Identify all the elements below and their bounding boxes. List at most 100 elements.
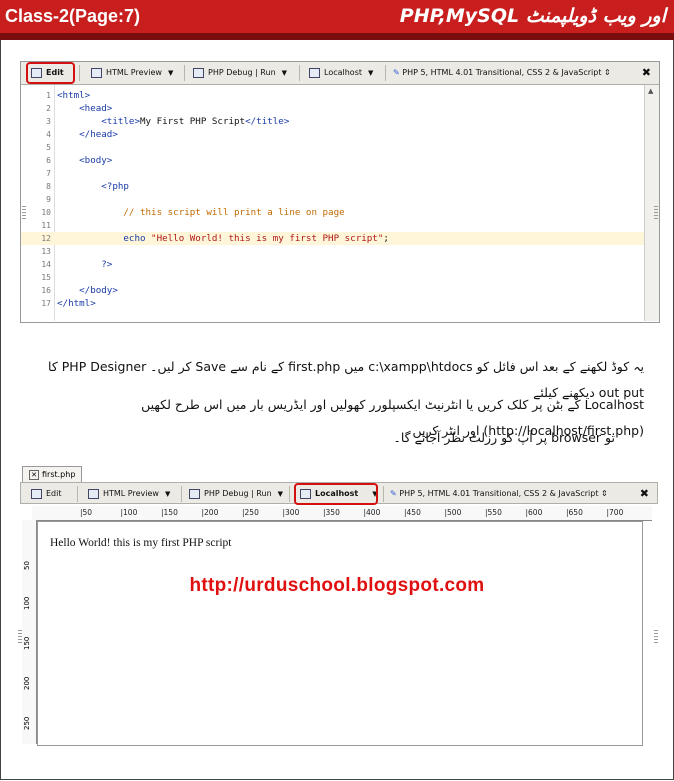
line-number: 6: [46, 156, 51, 165]
ruler-tick: |650: [566, 508, 583, 517]
server-icon: [309, 67, 320, 78]
splitter-grip-right[interactable]: [654, 206, 658, 220]
toolbar-separator: [289, 486, 290, 502]
tab-strip: ✕ first.php: [20, 466, 658, 482]
html-preview-button[interactable]: HTML Preview ▼: [88, 487, 170, 501]
line-number: 7: [46, 169, 51, 178]
code-line: 11: [21, 219, 645, 232]
close-tab-icon[interactable]: ✕: [29, 470, 39, 480]
line-number: 1: [46, 91, 51, 100]
localhost-button[interactable]: Localhost ▼: [309, 66, 373, 80]
preview-screenshot: ✕ first.php Edit HTML Preview ▼ PHP Debug …: [20, 466, 658, 746]
line-number: 3: [46, 117, 51, 126]
code-line: 6 <body>: [21, 154, 645, 167]
ruler-tick: 150: [23, 636, 31, 650]
tab-first-php[interactable]: ✕ first.php: [22, 466, 83, 482]
code-line: 14 ?>: [21, 258, 645, 271]
chevron-down-icon[interactable]: ▼: [368, 69, 373, 77]
code-text: </html>: [57, 298, 96, 309]
code-line: 10 // this script will print a line on p…: [21, 206, 645, 219]
code-line: 8 <?php: [21, 180, 645, 193]
code-line: 17 </html>: [21, 297, 645, 310]
close-icon[interactable]: ✖: [642, 66, 651, 80]
line-number: 9: [46, 195, 51, 204]
chevron-down-icon[interactable]: ▼: [278, 490, 283, 498]
code-text: <?php: [57, 181, 129, 192]
toolbar-separator: [184, 65, 185, 81]
edit-button[interactable]: Edit: [31, 487, 62, 501]
splitter-grip-left[interactable]: [18, 630, 22, 644]
code-text: echo "Hello World! this is my first PHP …: [57, 233, 389, 244]
php-debug-label: PHP Debug | Run: [208, 68, 276, 77]
doctype-label: PHP 5, HTML 4.01 Transitional, CSS 2 & J…: [399, 489, 599, 498]
doctype-select[interactable]: ✎ PHP 5, HTML 4.01 Transitional, CSS 2 &…: [393, 66, 611, 80]
code-line: 16 </body>: [21, 284, 645, 297]
close-icon[interactable]: ✖: [640, 487, 649, 501]
code-text: <title>My First PHP Script</title>: [57, 116, 290, 127]
ruler-tick: 50: [23, 561, 31, 570]
doctype-label: PHP 5, HTML 4.01 Transitional, CSS 2 & J…: [402, 68, 602, 77]
code-text: <body>: [57, 155, 113, 166]
code-line: 2 <head>: [21, 102, 645, 115]
php-debug-button[interactable]: PHP Debug | Run ▼: [193, 66, 287, 80]
line-number: 14: [41, 260, 51, 269]
chevron-down-icon[interactable]: ▼: [168, 69, 173, 77]
updown-icon: ⇕: [604, 68, 611, 77]
ruler-tick: |200: [201, 508, 219, 517]
line-number: 13: [41, 247, 51, 256]
ruler-tick: |400: [363, 508, 381, 517]
code-line: 12 echo "Hello World! this is my first P…: [21, 232, 645, 245]
line-number: 11: [41, 221, 51, 230]
editor-screenshot: Edit HTML Preview ▼ PHP Debug | Run ▼ Loca…: [20, 61, 660, 323]
localhost-label: Localhost: [324, 68, 363, 77]
ruler-tick: |100: [120, 508, 138, 517]
preview-toolbar: Edit HTML Preview ▼ PHP Debug | Run ▼ Loca…: [20, 482, 658, 505]
toolbar-separator: [385, 65, 386, 81]
debug-icon: [193, 67, 204, 78]
code-line: 5: [21, 141, 645, 154]
localhost-highlight: [294, 483, 378, 505]
edit-highlight: [26, 62, 75, 84]
debug-icon: [189, 488, 200, 499]
chevron-down-icon[interactable]: ▼: [282, 69, 287, 77]
header-stripe: [0, 33, 674, 40]
code-line: 3 <title>My First PHP Script</title>: [21, 115, 645, 128]
php-debug-button[interactable]: PHP Debug | Run ▼: [189, 487, 283, 501]
editor-toolbar: Edit HTML Preview ▼ PHP Debug | Run ▼ Loca…: [21, 62, 659, 85]
line-number: 2: [46, 104, 51, 113]
code-line: 4 </head>: [21, 128, 645, 141]
doctype-select[interactable]: ✎ PHP 5, HTML 4.01 Transitional, CSS 2 &…: [390, 487, 608, 501]
ruler-tick: |450: [404, 508, 421, 517]
code-text: </head>: [57, 129, 118, 140]
line-number: 4: [46, 130, 51, 139]
ruler-tick: 100: [23, 596, 31, 610]
ruler-tick: |150: [161, 508, 178, 517]
code-line: 1 <html>: [21, 89, 645, 102]
code-text: <html>: [57, 90, 91, 101]
class-page-title: Class-2(Page:7): [5, 6, 141, 26]
line-number: 5: [46, 143, 51, 152]
preview-icon: [88, 488, 99, 499]
ruler-tick: |50: [80, 508, 93, 517]
ruler-tick: |700: [606, 508, 624, 517]
code-area[interactable]: 1 <html> 2 <head> 3 <title>My First PHP Scr…: [21, 85, 645, 321]
chevron-down-icon[interactable]: ▼: [165, 490, 170, 498]
horizontal-ruler: |50 |100 |150 |200 |250 |300 |350 |400 |450 |500 |…: [32, 506, 652, 521]
code-text: ?>: [57, 259, 113, 270]
preview-icon: [91, 67, 102, 78]
toolbar-separator: [77, 486, 78, 502]
vertical-scrollbar[interactable]: ▲: [644, 85, 659, 321]
splitter-grip-right[interactable]: [654, 630, 658, 644]
html-preview-button[interactable]: HTML Preview ▼: [91, 66, 173, 80]
book-title: PHP,MySQL اور ویب ڈویلپمنٹ: [399, 5, 666, 27]
code-text: <head>: [57, 103, 113, 114]
ruler-tick: |550: [485, 508, 502, 517]
html-preview-label: HTML Preview: [103, 489, 159, 498]
splitter-grip-left[interactable]: [22, 206, 26, 220]
edit-icon: [31, 488, 42, 499]
line-number: 8: [46, 182, 51, 191]
code-text: // this script will print a line on page: [57, 207, 345, 218]
scroll-up-icon[interactable]: ▲: [648, 87, 653, 95]
blog-url[interactable]: http://urduschool.blogspot.com: [0, 575, 674, 597]
tab-label: first.php: [42, 470, 76, 479]
